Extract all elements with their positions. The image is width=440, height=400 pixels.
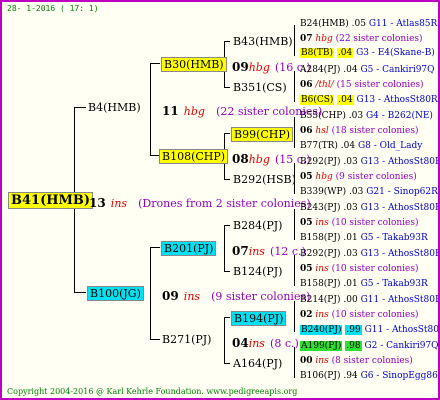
copyright-footer: Copyright 2004-2016 @ Karl Kehrle Founda…: [7, 387, 298, 396]
l4-queen[interactable]: B24(HMB) .05 G11 - Atlas85R: [300, 20, 437, 29]
l4-queen[interactable]: B240(PJ) .99 G11 - AthosSt80R: [300, 325, 438, 335]
l2a-info: 09hbg (16 c.): [232, 60, 311, 74]
connector: [150, 63, 151, 155]
l3-a2[interactable]: B351(CS): [233, 82, 287, 93]
root-queen[interactable]: B41(HMB): [8, 192, 94, 209]
connector: [224, 225, 225, 271]
l4-queen[interactable]: B243(PJ) .03 G13 - AthosSt80R: [300, 204, 438, 213]
l1a-info: 11 hbg (22 sister colonies): [162, 104, 323, 118]
l4-queen[interactable]: B292(PJ) .03 G13 - AthosSt80R: [300, 250, 438, 259]
l1b-queen[interactable]: B100(JG): [87, 286, 144, 301]
root-gen: 13: [89, 196, 106, 210]
l4-queen[interactable]: B6(CS) .04 G13 - AthosSt80R: [300, 95, 438, 105]
connector: [224, 317, 225, 363]
l1b-info: 09 ins (9 sister colonies): [162, 289, 311, 303]
connector: [224, 133, 230, 134]
l2c-queen[interactable]: B201(PJ): [161, 241, 217, 256]
l4-drones: 06 /thl/ (15 sister colonies): [300, 80, 424, 90]
l4-drones: 06 hsl (18 sister colonies): [300, 126, 419, 136]
connector: [224, 87, 230, 88]
l4-drones: 05 hbg (9 sister colonies): [300, 172, 417, 182]
l3-d1[interactable]: B194(PJ): [231, 311, 287, 326]
l3-c2[interactable]: B124(PJ): [233, 266, 282, 277]
l2b-queen[interactable]: B108(CHP): [159, 149, 229, 164]
connector: [294, 71, 295, 102]
l4-queen[interactable]: B214(PJ) .00 G11 - AthosSt80R: [300, 296, 438, 305]
connector: [294, 25, 295, 56]
l4-queen[interactable]: A199(PJ) .98 G2 - Cankiri97Q: [300, 341, 438, 351]
connector: [224, 317, 230, 318]
l3-d2[interactable]: A164(PJ): [233, 358, 282, 369]
l4-queen[interactable]: B55(CHP) .03 G4 - B262(NE): [300, 112, 433, 121]
l3-c1[interactable]: B284(PJ): [233, 220, 282, 231]
l4-queen[interactable]: B292(PJ) .03 G13 - AthosSt80R: [300, 158, 438, 167]
l2d-info: 04ins (8 c.): [232, 336, 299, 350]
connector: [224, 271, 230, 272]
connector: [224, 41, 230, 42]
connector: [294, 117, 295, 148]
l4-drones: 05 ins (10 sister colonies): [300, 264, 419, 274]
l3-b1[interactable]: B99(CHP): [231, 127, 294, 142]
l4-drones: 02 ins (10 sister colonies): [300, 310, 419, 320]
pedigree-frame: { "header": "28- 1-2016 ( 17: 1)", "foot…: [0, 0, 440, 400]
date-header: 28- 1-2016 ( 17: 1): [7, 4, 99, 13]
connector: [150, 247, 160, 248]
l4-queen[interactable]: B8(TB) .04 G3 - E4(Skane-B): [300, 48, 435, 58]
l2d-queen[interactable]: B271(PJ): [162, 334, 211, 345]
l4-queen[interactable]: B158(PJ) .01 G5 - Takab93R: [300, 234, 428, 243]
connector: [294, 209, 295, 240]
l2b-info: 08hbg (15 c.): [232, 152, 311, 166]
l2c-info: 07ins (12 c.): [232, 244, 306, 258]
root-ins: ins: [110, 197, 128, 210]
root-info: 13 ins (Drones from 2 sister colonies): [89, 194, 311, 210]
l3-a1[interactable]: B43(HMB): [233, 36, 293, 47]
connector: [74, 107, 86, 108]
l4-queen[interactable]: B106(PJ) .94 G6 - SinopEgg86R: [300, 372, 438, 381]
connector: [294, 255, 295, 286]
connector: [294, 301, 295, 332]
l1a-queen[interactable]: B4(HMB): [88, 102, 141, 113]
l2a-queen[interactable]: B30(HMB): [161, 57, 227, 72]
connector: [224, 225, 230, 226]
l3-b2[interactable]: B292(HSB): [233, 174, 296, 185]
l4-queen[interactable]: B339(WP) .03 G21 - Sinop62R: [300, 188, 438, 197]
l4-queen[interactable]: A284(PJ) .04 G5 - Cankiri97Q: [300, 66, 435, 75]
connector: [224, 179, 230, 180]
connector: [150, 63, 160, 64]
connector: [294, 347, 295, 378]
connector: [224, 363, 230, 364]
connector: [74, 292, 86, 293]
l4-drones: 00 ins (8 sister colonies): [300, 356, 413, 366]
l4-drones: 07 hbg (22 sister colonies): [300, 34, 423, 44]
l4-queen[interactable]: B158(PJ) .01 G5 - Takab93R: [300, 280, 428, 289]
root-note: (Drones from 2 sister colonies): [138, 197, 311, 210]
connector: [150, 339, 160, 340]
l4-queen[interactable]: B77(TR) .04 G8 - Old_Lady: [300, 142, 422, 151]
connector: [150, 247, 151, 339]
l4-drones: 05 ins (10 sister colonies): [300, 218, 419, 228]
